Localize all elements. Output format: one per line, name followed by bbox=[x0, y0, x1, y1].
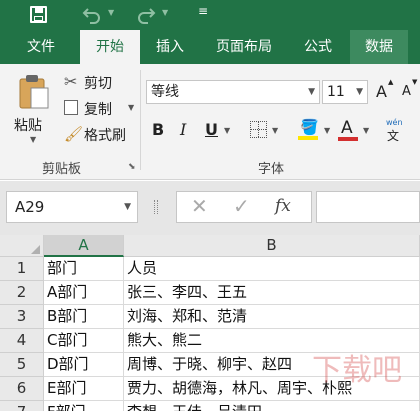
scissors-icon: ✂ bbox=[64, 72, 78, 91]
insert-function-icon[interactable]: fx bbox=[275, 196, 291, 216]
underline-dropdown-icon[interactable]: ▼ bbox=[224, 126, 230, 135]
copy-dropdown-icon[interactable]: ▼ bbox=[128, 103, 134, 112]
cell-a6[interactable]: E部门 bbox=[44, 377, 124, 401]
row-number[interactable]: 2 bbox=[0, 281, 44, 305]
font-group-label: 字体 bbox=[258, 162, 285, 177]
copy-icon bbox=[64, 100, 78, 115]
cell-a4[interactable]: C部门 bbox=[44, 329, 124, 353]
underline-button[interactable]: U bbox=[205, 120, 218, 139]
enter-icon[interactable]: ✓ bbox=[233, 194, 250, 218]
select-all-corner[interactable] bbox=[0, 235, 44, 257]
grow-font-button[interactable]: A bbox=[376, 82, 387, 101]
tab-insert[interactable]: 插入 bbox=[144, 30, 196, 64]
row-number[interactable]: 5 bbox=[0, 353, 44, 377]
customize-qat-icon[interactable]: ≡ bbox=[198, 4, 208, 18]
copy-label: 复制 bbox=[84, 102, 112, 118]
chevron-down-icon: ▼ bbox=[308, 87, 315, 97]
column-header-a[interactable]: A bbox=[44, 235, 124, 257]
watermark: 下载吧 bbox=[312, 353, 402, 388]
shrink-font-arrow-icon: ▼ bbox=[412, 78, 418, 86]
font-name-value: 等线 bbox=[151, 84, 179, 100]
redo-dropdown-icon[interactable]: ▼ bbox=[162, 8, 168, 17]
select-all-triangle-icon bbox=[31, 245, 40, 254]
cell-b1[interactable]: 人员 bbox=[124, 257, 420, 281]
font-name-combo[interactable]: 等线 ▼ bbox=[146, 80, 320, 104]
bold-button[interactable]: B bbox=[152, 120, 164, 139]
cut-button[interactable]: ✂ 剪切 bbox=[62, 72, 142, 94]
row-number[interactable]: 1 bbox=[0, 257, 44, 281]
cell-a2[interactable]: A部门 bbox=[44, 281, 124, 305]
font-size-value: 11 bbox=[327, 84, 345, 100]
fill-color-dropdown-icon[interactable]: ▼ bbox=[324, 126, 330, 135]
row-number[interactable]: 7 bbox=[0, 401, 44, 411]
shrink-font-button[interactable]: A bbox=[402, 84, 411, 99]
tab-data[interactable]: 数据 bbox=[350, 30, 408, 64]
save-icon[interactable] bbox=[30, 6, 47, 23]
row-number[interactable]: 3 bbox=[0, 305, 44, 329]
grow-font-arrow-icon: ▲ bbox=[388, 78, 394, 86]
group-divider bbox=[140, 70, 141, 170]
phonetic-char: 文 bbox=[387, 129, 400, 143]
paintbrush-icon: 🖌 bbox=[64, 125, 84, 143]
cell-b7[interactable]: 李想、王佳、吕清田 bbox=[124, 401, 420, 411]
borders-dropdown-icon[interactable]: ▼ bbox=[272, 126, 278, 135]
chevron-down-icon: ▼ bbox=[356, 87, 363, 97]
row-number[interactable]: 4 bbox=[0, 329, 44, 353]
ribbon-home: 粘贴 ▼ ✂ 剪切 复制 ▼ 🖌 格式刷 剪贴板 ⬊ 等线 ▼ 11 ▼ A ▲… bbox=[0, 64, 420, 180]
cell-b3[interactable]: 刘海、郑和、范清 bbox=[124, 305, 420, 329]
row-number[interactable]: 6 bbox=[0, 377, 44, 401]
paste-label: 粘贴 bbox=[14, 118, 42, 134]
cell-a7[interactable]: F部门 bbox=[44, 401, 124, 411]
splitter-handle[interactable] bbox=[154, 200, 158, 214]
tab-home[interactable]: 开始 bbox=[80, 30, 140, 64]
name-box-value: A29 bbox=[15, 198, 45, 216]
phonetic-button[interactable]: wén 文 bbox=[384, 118, 414, 143]
phonetic-pinyin: wén bbox=[386, 118, 403, 127]
clipboard-group-label: 剪贴板 bbox=[42, 162, 82, 177]
italic-button[interactable]: I bbox=[180, 120, 186, 139]
clipboard-icon bbox=[19, 75, 49, 109]
title-bar: ▼ ▼ ≡ bbox=[0, 0, 420, 30]
paint-bucket-icon: 🪣 bbox=[300, 118, 319, 136]
cell-b2[interactable]: 张三、李四、王五 bbox=[124, 281, 420, 305]
cell-a5[interactable]: D部门 bbox=[44, 353, 124, 377]
format-painter-label: 格式刷 bbox=[84, 128, 126, 144]
tab-file[interactable]: 文件 bbox=[12, 30, 70, 64]
font-size-combo[interactable]: 11 ▼ bbox=[322, 80, 368, 104]
chevron-down-icon[interactable]: ▼ bbox=[124, 192, 131, 222]
spreadsheet-grid[interactable]: A B 1 部门 人员 2 A部门 张三、李四、王五 3 B部门 刘海、郑和、范… bbox=[0, 235, 420, 411]
font-color-button[interactable]: A bbox=[338, 118, 358, 142]
ribbon-tabs: 文件 开始 插入 页面布局 公式 数据 bbox=[0, 30, 420, 64]
tab-formulas[interactable]: 公式 bbox=[292, 30, 344, 64]
fill-color-button[interactable]: 🪣 bbox=[298, 118, 320, 142]
redo-icon[interactable] bbox=[136, 6, 156, 24]
paste-dropdown-icon[interactable]: ▼ bbox=[30, 135, 36, 144]
font-color-glyph: A bbox=[341, 118, 353, 138]
cell-a1[interactable]: 部门 bbox=[44, 257, 124, 281]
clipboard-launcher-icon[interactable]: ⬊ bbox=[128, 162, 136, 172]
font-color-swatch bbox=[338, 137, 358, 141]
formula-buttons: ✕ ✓ fx bbox=[176, 191, 312, 223]
column-header-b[interactable]: B bbox=[124, 235, 420, 257]
paste-button[interactable]: 粘贴 ▼ bbox=[10, 72, 56, 144]
borders-icon[interactable] bbox=[250, 121, 267, 138]
cut-label: 剪切 bbox=[84, 76, 112, 92]
format-painter-button[interactable]: 🖌 格式刷 bbox=[62, 124, 142, 146]
undo-dropdown-icon[interactable]: ▼ bbox=[108, 8, 114, 17]
cancel-icon[interactable]: ✕ bbox=[191, 194, 208, 218]
cell-a3[interactable]: B部门 bbox=[44, 305, 124, 329]
font-color-dropdown-icon[interactable]: ▼ bbox=[363, 126, 369, 135]
name-box[interactable]: A29 ▼ bbox=[6, 191, 138, 223]
tab-page-layout[interactable]: 页面布局 bbox=[204, 30, 284, 64]
copy-button[interactable]: 复制 ▼ bbox=[62, 98, 142, 120]
undo-icon[interactable] bbox=[82, 6, 102, 24]
formula-input[interactable] bbox=[316, 191, 420, 223]
fill-color-swatch bbox=[298, 136, 318, 140]
